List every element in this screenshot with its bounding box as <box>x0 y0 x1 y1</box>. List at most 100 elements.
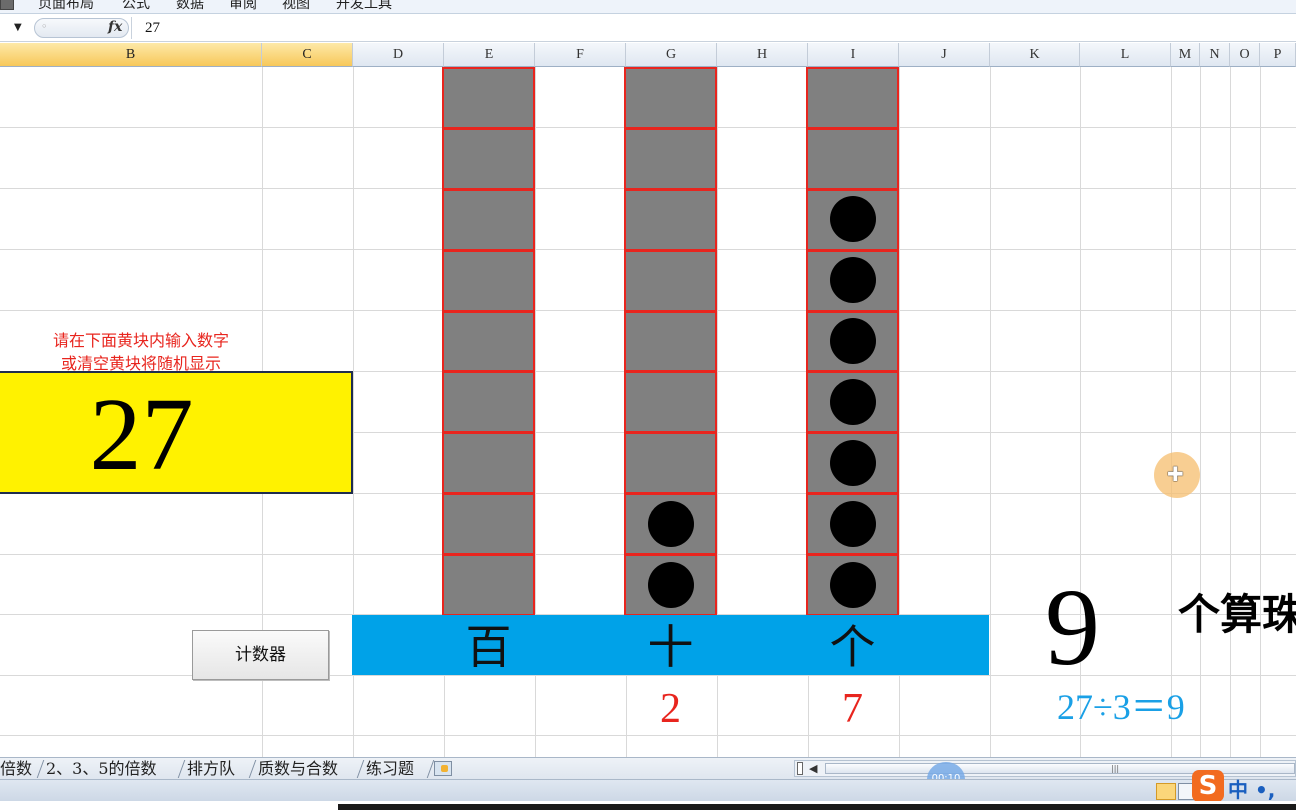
division-equation: 27÷3＝9 <box>1057 687 1185 727</box>
tens-slot <box>624 432 717 495</box>
sheet-tab-exercises[interactable]: 练习题 <box>366 758 414 780</box>
hundreds-column <box>442 67 535 616</box>
hundreds-label: 百 <box>465 620 512 674</box>
grid-line <box>990 67 991 757</box>
tab-split-handle[interactable] <box>797 762 803 775</box>
ones-slot <box>806 67 899 129</box>
ones-slot <box>806 127 899 190</box>
taskbar-strip <box>0 801 1296 810</box>
column-header-e[interactable]: E <box>444 43 535 67</box>
hundreds-slot <box>442 554 535 616</box>
tens-slot <box>624 310 717 373</box>
sheet-tab-square-formation[interactable]: 排方队 <box>187 758 235 780</box>
grip-icon: ||| <box>1111 764 1120 773</box>
tab-divider <box>356 760 365 778</box>
sheet-tab-prime-composite[interactable]: 质数与合数 <box>258 758 338 780</box>
tens-slot <box>624 554 717 616</box>
column-header-f[interactable]: F <box>535 43 626 67</box>
bead-count: 9 <box>1045 566 1100 688</box>
hundreds-slot <box>442 249 535 312</box>
ones-bead <box>830 317 876 364</box>
tens-slot <box>624 493 717 556</box>
scroll-left-icon[interactable]: ◀ <box>809 762 817 775</box>
status-bar <box>0 779 1296 801</box>
cross-cursor-icon: ✚ <box>1167 462 1184 486</box>
sheet-tab-multiples-235[interactable]: 2、3、5的倍数 <box>46 758 157 780</box>
column-header-l[interactable]: L <box>1080 43 1171 67</box>
ime-toolbar[interactable]: S 中 •, <box>1192 770 1296 802</box>
namebox-dropdown-icon[interactable]: ▼ <box>14 22 22 33</box>
number-input-cell[interactable]: 27 <box>0 371 353 494</box>
app-icon[interactable] <box>0 0 14 10</box>
tab-divider <box>36 760 45 778</box>
ones-bead <box>830 378 876 425</box>
cursor-highlight: ✚ <box>1154 452 1200 498</box>
tens-slot <box>624 249 717 312</box>
column-header-j[interactable]: J <box>899 43 990 67</box>
ones-slot <box>806 432 899 495</box>
column-header-i[interactable]: I <box>808 43 899 67</box>
hundreds-slot <box>442 371 535 434</box>
ones-bead <box>830 500 876 547</box>
formula-separator <box>131 17 132 39</box>
column-header-c[interactable]: C <box>262 43 353 67</box>
ones-slot <box>806 554 899 616</box>
formula-bar: ▼ ◦ fx 27 <box>0 15 1296 42</box>
ones-slot <box>806 310 899 373</box>
column-header-d[interactable]: D <box>353 43 444 67</box>
insert-function-button[interactable]: fx <box>108 19 122 35</box>
counter-button[interactable]: 计数器 <box>192 630 329 680</box>
sheet-tab-multiples[interactable]: 倍数 <box>0 758 32 780</box>
grid-line <box>0 735 1296 736</box>
instruction-line-1: 请在下面黄块内输入数字 <box>52 331 229 350</box>
column-header-g[interactable]: G <box>626 43 717 67</box>
grid-line <box>1200 67 1201 757</box>
tens-column <box>624 67 717 616</box>
tens-digit: 2 <box>660 686 681 732</box>
insert-sheet-icon[interactable] <box>434 761 452 776</box>
tab-divider <box>177 760 186 778</box>
ones-slot <box>806 249 899 312</box>
tab-data[interactable]: 数据 <box>176 0 204 13</box>
ones-slot <box>806 493 899 556</box>
column-header-m[interactable]: M <box>1171 43 1200 67</box>
ribbon: 页面布局 公式 数据 审阅 视图 开发工具 <box>0 0 1296 14</box>
grid-line <box>1260 67 1261 757</box>
formula-input[interactable]: 27 <box>145 20 160 37</box>
column-header-n[interactable]: N <box>1200 43 1230 67</box>
resize-grip-icon: ◦ <box>41 20 48 33</box>
excel-window: 页面布局 公式 数据 审阅 视图 开发工具 ▼ ◦ fx 27 B C D E … <box>0 0 1296 810</box>
taskbar <box>338 804 1296 810</box>
ime-mode-label[interactable]: 中 •, <box>1228 774 1275 803</box>
bead-count-label: 个算珠 <box>1178 590 1296 639</box>
tab-developer[interactable]: 开发工具 <box>336 0 392 13</box>
tab-view[interactable]: 视图 <box>282 0 310 13</box>
tens-bead <box>648 500 694 547</box>
tab-formulas[interactable]: 公式 <box>122 0 150 13</box>
column-header-h[interactable]: H <box>717 43 808 67</box>
ones-column <box>806 67 899 616</box>
sogou-ime-icon[interactable]: S <box>1192 770 1224 802</box>
column-header-p[interactable]: P <box>1260 43 1296 67</box>
tab-divider <box>248 760 257 778</box>
tab-page-layout[interactable]: 页面布局 <box>38 0 94 13</box>
column-header-k[interactable]: K <box>990 43 1080 67</box>
column-header-o[interactable]: O <box>1230 43 1260 67</box>
tens-label: 十 <box>647 620 694 674</box>
hundreds-slot <box>442 493 535 556</box>
tens-slot <box>624 188 717 251</box>
column-header-b[interactable]: B <box>0 43 262 67</box>
ones-bead <box>830 257 876 304</box>
tens-slot <box>624 67 717 129</box>
grid-line <box>1230 67 1231 757</box>
ones-label: 个 <box>829 620 876 674</box>
ones-bead <box>830 196 876 243</box>
ones-bead <box>830 561 876 608</box>
hundreds-slot <box>442 67 535 129</box>
tens-bead <box>648 561 694 608</box>
ones-slot <box>806 188 899 251</box>
normal-view-icon[interactable] <box>1156 783 1176 800</box>
tab-review[interactable]: 审阅 <box>229 0 257 13</box>
hundreds-slot <box>442 310 535 373</box>
hundreds-slot <box>442 432 535 495</box>
